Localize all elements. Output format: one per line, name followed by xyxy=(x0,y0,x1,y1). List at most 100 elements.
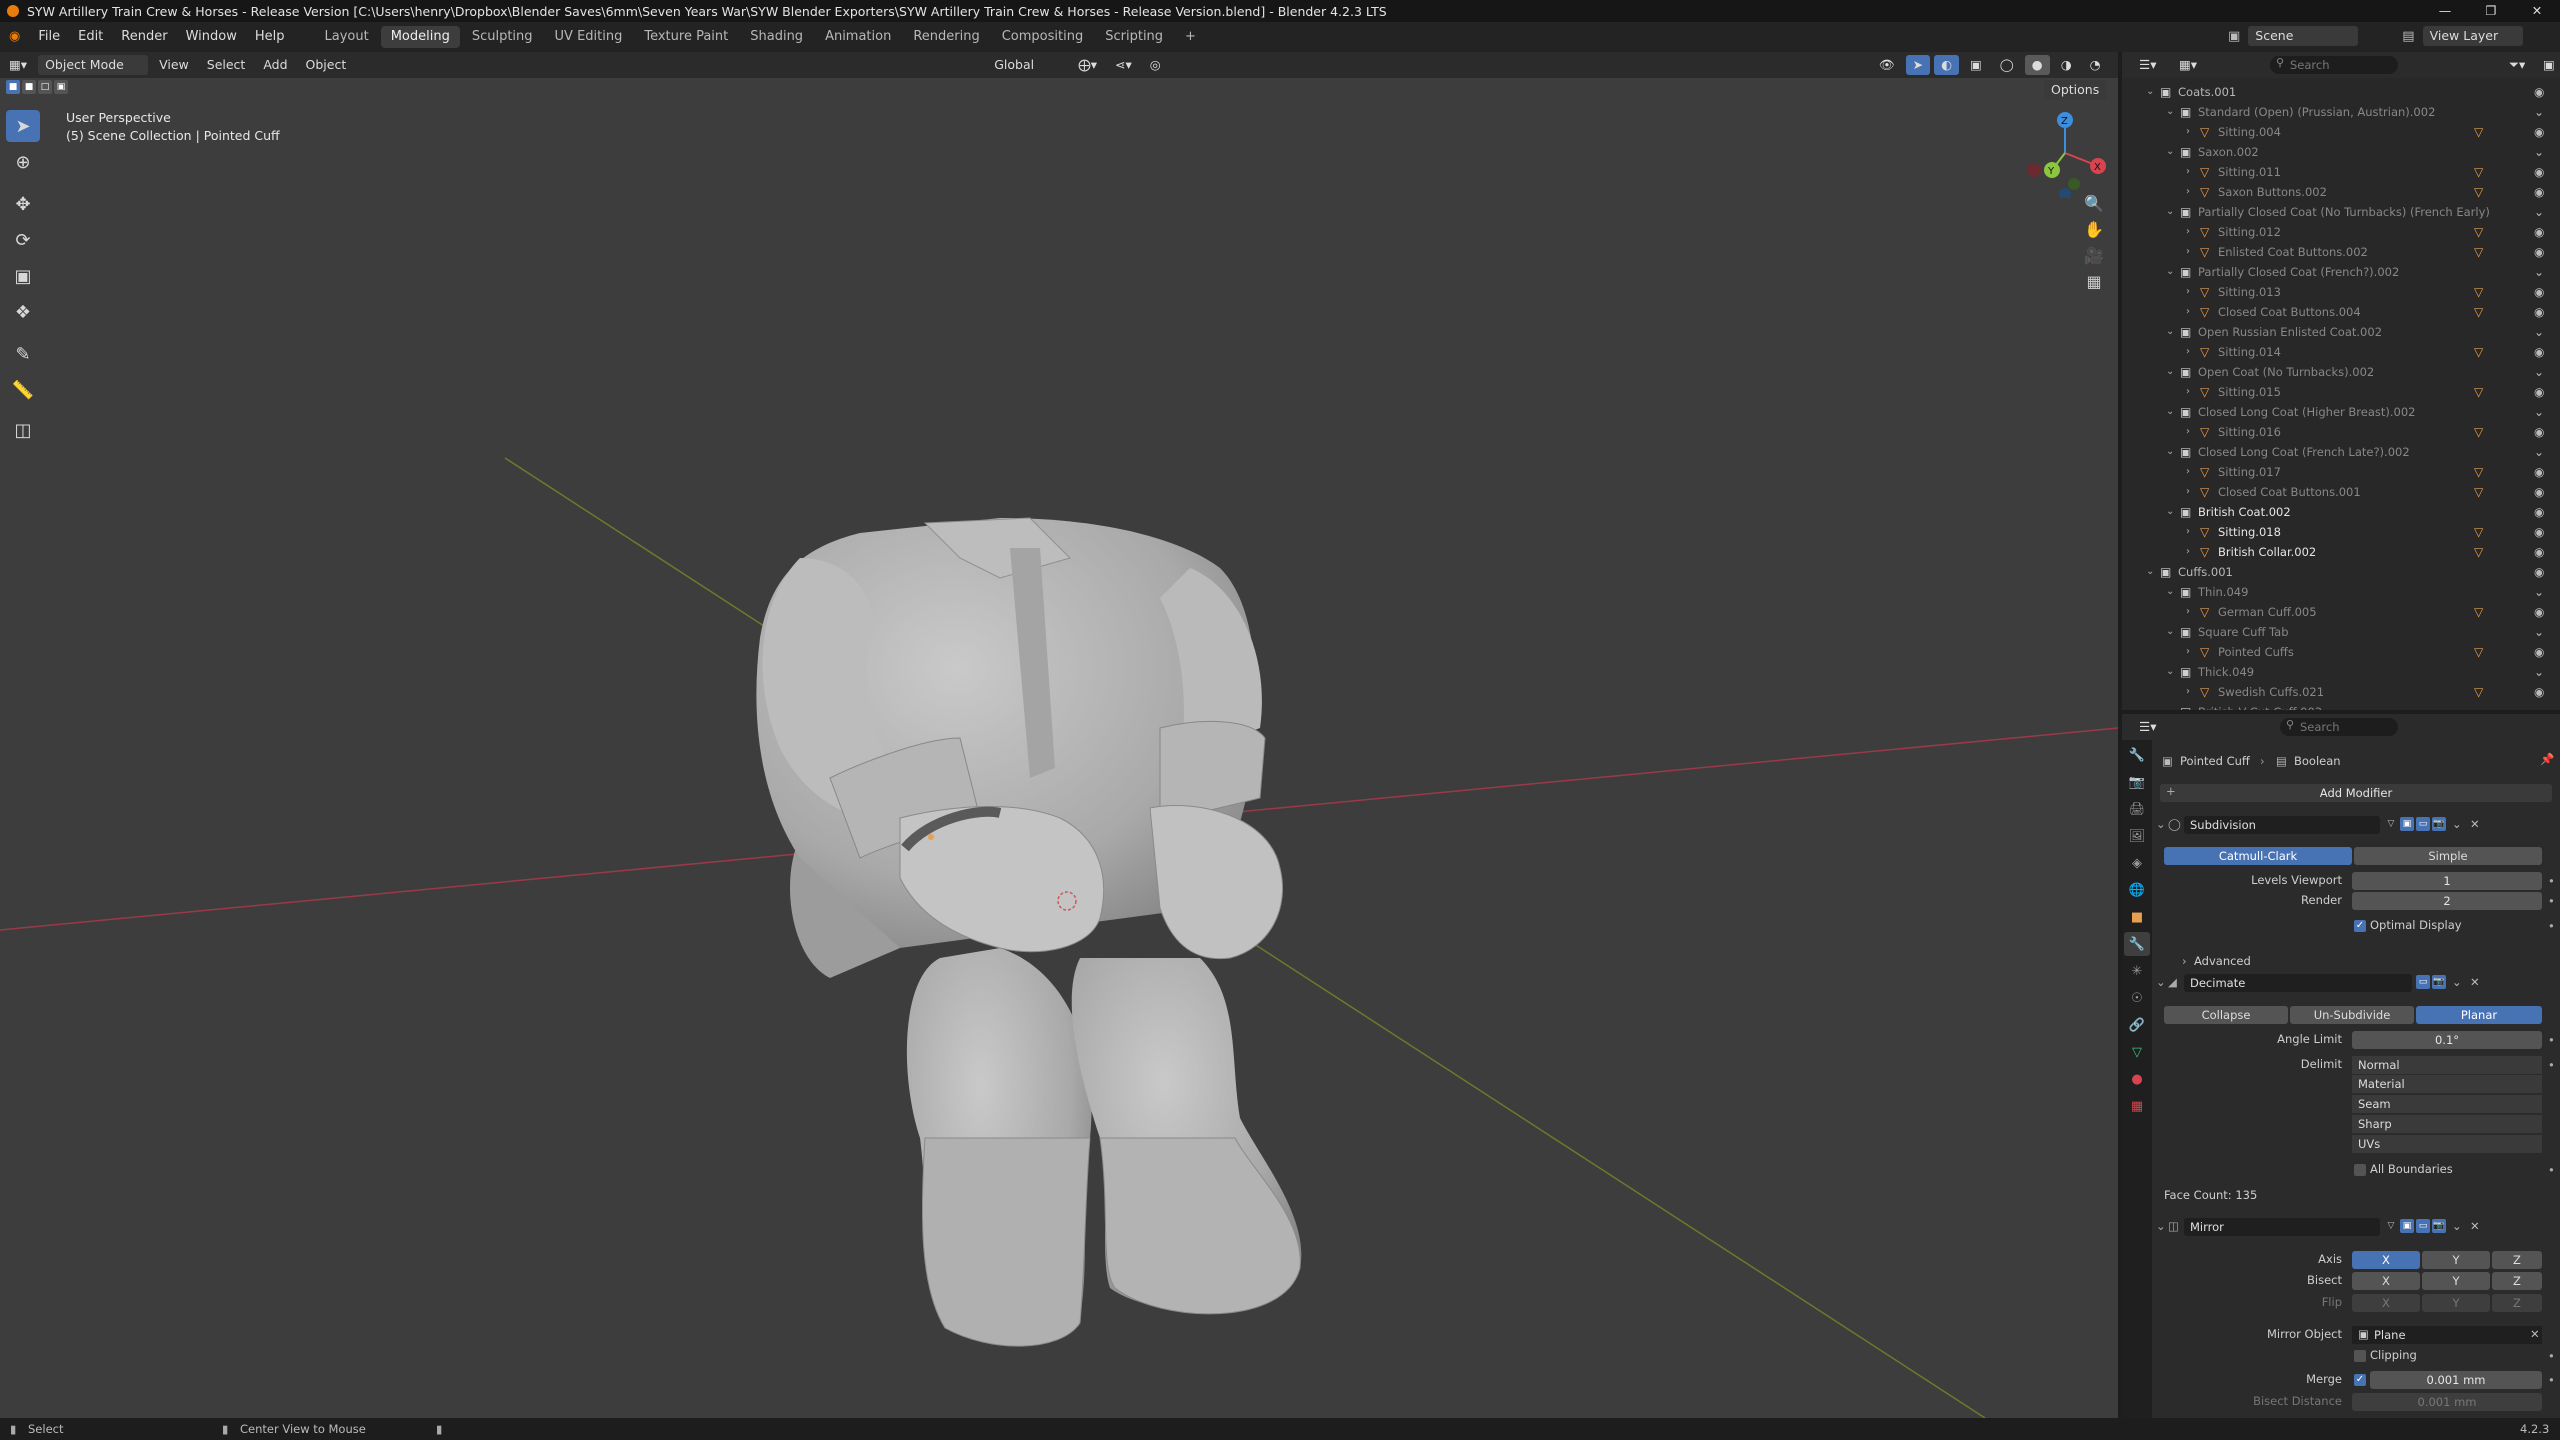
outliner-object-row[interactable]: › ▽ Sitting.016 ▽ ◉ xyxy=(2122,422,2560,442)
keyframe-dot-icon[interactable]: • xyxy=(2548,894,2555,908)
expand-chevron-icon[interactable]: ⌄ xyxy=(2166,702,2174,710)
menu-edit[interactable]: Edit xyxy=(69,22,112,52)
select-subtract-icon[interactable]: □ xyxy=(38,80,52,94)
visibility-eye-icon[interactable]: ◉ xyxy=(2534,122,2544,142)
visibility-eye-icon[interactable]: ◉ xyxy=(2534,302,2544,322)
outliner-collection-row[interactable]: ⌄ ▣ Saxon.002 ⌄ xyxy=(2122,142,2560,162)
keyframe-dot-icon[interactable]: • xyxy=(2548,919,2555,933)
visibility-eye-icon[interactable]: ⌄ xyxy=(2534,702,2544,710)
outliner-object-row[interactable]: › ▽ Saxon Buttons.002 ▽ ◉ xyxy=(2122,182,2560,202)
delimit-sharp-option[interactable]: Sharp xyxy=(2352,1115,2542,1133)
display-mode-icon[interactable]: ▦▾ xyxy=(2172,55,2204,75)
visibility-eye-icon[interactable]: ⌄ xyxy=(2534,442,2544,462)
scene-tab-icon[interactable]: ◈ xyxy=(2124,851,2150,875)
visibility-eye-icon[interactable]: ◉ xyxy=(2534,602,2544,622)
select-box-icon[interactable]: ➤ xyxy=(6,110,40,142)
outliner-object-row[interactable]: › ▽ Swedish Cuffs.021 ▽ ◉ xyxy=(2122,682,2560,702)
bisect-y-toggle[interactable]: Y xyxy=(2422,1272,2490,1290)
collapse-chevron-icon[interactable]: ⌄ xyxy=(2156,975,2166,989)
outliner-collection-row[interactable]: ⌄ ▣ Thick.049 ⌄ xyxy=(2122,662,2560,682)
viewport-display-icon[interactable]: ▭ xyxy=(2416,975,2430,989)
menu-select[interactable]: Select xyxy=(200,55,253,75)
visibility-eye-icon[interactable]: ⌄ xyxy=(2534,362,2544,382)
angle-limit-field[interactable]: 0.1° xyxy=(2352,1031,2542,1049)
mesh-data-icon[interactable]: ▽ xyxy=(2474,302,2483,322)
options-button[interactable]: Options xyxy=(2044,80,2107,100)
dropdown-chevron-icon[interactable]: ⌄ xyxy=(2452,975,2462,989)
constraints-tab-icon[interactable]: 🔗 xyxy=(2124,1013,2150,1037)
render-display-icon[interactable]: 📷 xyxy=(2432,1219,2446,1233)
outliner-object-row[interactable]: › ▽ Sitting.011 ▽ ◉ xyxy=(2122,162,2560,182)
transform-orientation-selector[interactable]: Global xyxy=(987,55,1067,75)
mode-selector[interactable]: Object Mode xyxy=(38,55,149,75)
visibility-eye-icon[interactable]: ⌄ xyxy=(2534,102,2544,122)
mesh-data-icon[interactable]: ▽ xyxy=(2474,222,2483,242)
merge-distance-field[interactable]: 0.001 mm xyxy=(2370,1371,2542,1389)
mirror-object-field[interactable]: Plane xyxy=(2352,1326,2542,1344)
delimit-uvs-option[interactable]: UVs xyxy=(2352,1135,2542,1153)
outliner-editor-icon[interactable]: ☰▾ xyxy=(2132,55,2163,75)
output-tab-icon[interactable]: 🖨 xyxy=(2124,797,2150,821)
visibility-icon[interactable]: 👁 xyxy=(1872,55,1902,75)
visibility-eye-icon[interactable]: ◉ xyxy=(2534,282,2544,302)
zoom-icon[interactable]: 🔍 xyxy=(2081,190,2107,216)
delimit-normal-option[interactable]: Normal xyxy=(2352,1056,2542,1074)
visibility-eye-icon[interactable]: ⌄ xyxy=(2534,202,2544,222)
editor-type-icon[interactable]: ▦▾ xyxy=(2,55,34,75)
mesh-data-icon[interactable]: ▽ xyxy=(2474,242,2483,262)
expand-chevron-icon[interactable]: › xyxy=(2186,482,2190,502)
expand-chevron-icon[interactable]: › xyxy=(2186,162,2190,182)
levels-viewport-field[interactable]: 1 xyxy=(2352,872,2542,890)
optimal-display-checkbox[interactable]: ✓ xyxy=(2354,920,2366,932)
tool-tab-icon[interactable]: 🔧 xyxy=(2124,743,2150,767)
remove-modifier-icon[interactable]: ✕ xyxy=(2470,975,2480,989)
overlay-toggle-icon[interactable]: ◐ xyxy=(1934,55,1959,75)
keyframe-dot-icon[interactable]: • xyxy=(2548,1373,2555,1387)
clipping-checkbox[interactable] xyxy=(2354,1350,2366,1362)
material-tab-icon[interactable]: ● xyxy=(2124,1067,2150,1091)
expand-chevron-icon[interactable]: › xyxy=(2186,222,2190,242)
outliner-object-row[interactable]: › ▽ Sitting.012 ▽ ◉ xyxy=(2122,222,2560,242)
proportional-edit-icon[interactable]: ◎ xyxy=(1143,55,1168,75)
visibility-eye-icon[interactable]: ◉ xyxy=(2534,342,2544,362)
physics-tab-icon[interactable]: ☉ xyxy=(2124,986,2150,1010)
visibility-eye-icon[interactable]: ◉ xyxy=(2534,642,2544,662)
outliner-collection-row[interactable]: ⌄ ▣ British Coat.002 ◉ xyxy=(2122,502,2560,522)
xray-icon[interactable]: ▣ xyxy=(1963,55,1989,75)
mesh-data-icon[interactable]: ▽ xyxy=(2474,342,2483,362)
dropdown-chevron-icon[interactable]: ⌄ xyxy=(2452,817,2462,831)
close-icon[interactable]: ✕ xyxy=(2514,0,2560,22)
keyframe-dot-icon[interactable]: • xyxy=(2548,1163,2555,1177)
expand-chevron-icon[interactable]: › xyxy=(2186,542,2190,562)
dropdown-chevron-icon[interactable]: ⌄ xyxy=(2452,1219,2462,1233)
tab-animation[interactable]: Animation xyxy=(815,26,901,48)
move-icon[interactable]: ✥ xyxy=(6,188,40,220)
mesh-data-icon[interactable]: ▽ xyxy=(2474,162,2483,182)
perspective-toggle-icon[interactable]: ▦ xyxy=(2081,268,2107,294)
expand-chevron-icon[interactable]: › xyxy=(2186,422,2190,442)
delimit-material-option[interactable]: Material xyxy=(2352,1075,2542,1093)
visibility-eye-icon[interactable]: ◉ xyxy=(2534,462,2544,482)
breadcrumb-modifier[interactable]: Boolean xyxy=(2294,754,2341,768)
pan-hand-icon[interactable]: ✋ xyxy=(2081,216,2107,242)
mesh-data-icon[interactable]: ▽ xyxy=(2474,482,2483,502)
visibility-eye-icon[interactable]: ◉ xyxy=(2534,82,2544,102)
un-subdivide-option[interactable]: Un-Subdivide xyxy=(2290,1006,2414,1024)
tab-sculpting[interactable]: Sculpting xyxy=(462,26,543,48)
collapse-option[interactable]: Collapse xyxy=(2164,1006,2288,1024)
gizmo-toggle-icon[interactable]: ➤ xyxy=(1905,55,1931,75)
cage-icon[interactable]: ▣ xyxy=(2400,1219,2414,1233)
scene-selector[interactable]: Scene xyxy=(2248,26,2359,46)
snap-icon[interactable]: ⋖▾ xyxy=(1108,55,1139,75)
viewport-display-icon[interactable]: ▭ xyxy=(2416,817,2430,831)
advanced-subpanel[interactable]: Advanced xyxy=(2194,954,2251,968)
menu-window[interactable]: Window xyxy=(177,22,246,52)
particles-tab-icon[interactable]: ✳ xyxy=(2124,959,2150,983)
tab-shading[interactable]: Shading xyxy=(740,26,813,48)
axis-z-toggle[interactable]: Z xyxy=(2492,1251,2542,1269)
expand-chevron-icon[interactable]: › xyxy=(2186,242,2190,262)
cage-icon[interactable]: ▣ xyxy=(2400,817,2414,831)
menu-object[interactable]: Object xyxy=(299,55,354,75)
clear-field-icon[interactable]: ✕ xyxy=(2530,1327,2540,1341)
collapse-chevron-icon[interactable]: ⌄ xyxy=(2156,817,2166,831)
